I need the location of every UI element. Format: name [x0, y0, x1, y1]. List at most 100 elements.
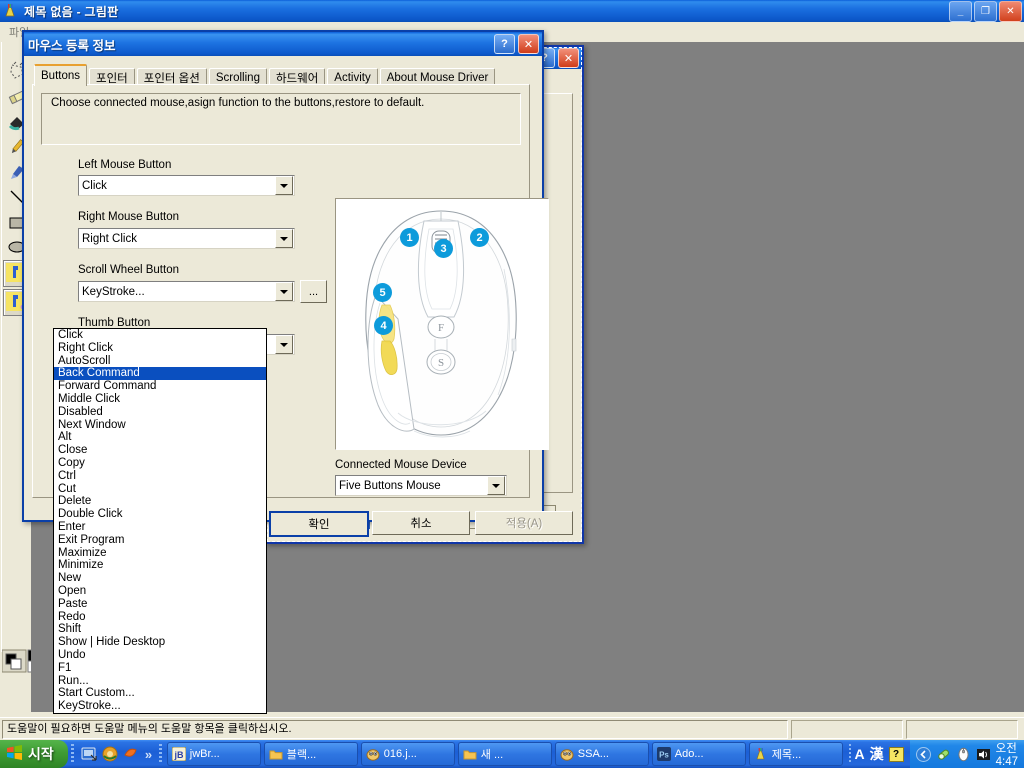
quick-launch-bar: » — [77, 740, 156, 768]
media-player-icon[interactable] — [102, 746, 118, 762]
right-mouse-button-value: Right Click — [82, 232, 137, 245]
dropdown-option[interactable]: Open — [54, 585, 266, 598]
quick-launch-overflow-icon[interactable]: » — [145, 747, 152, 762]
dropdown-option[interactable]: Undo — [54, 649, 266, 662]
clock[interactable]: 오전 4:47 — [996, 740, 1018, 768]
callout-3: 3 — [434, 239, 453, 258]
cancel-button[interactable]: 취소 — [372, 511, 470, 535]
dropdown-option[interactable]: Right Click — [54, 342, 266, 355]
scroll-wheel-button-combo[interactable]: KeyStroke... — [78, 281, 295, 302]
dropdown-option[interactable]: Shift — [54, 623, 266, 636]
left-mouse-button-value: Click — [82, 179, 107, 192]
left-mouse-button-label: Left Mouse Button — [78, 159, 172, 171]
chevron-down-icon[interactable] — [275, 229, 293, 248]
start-button[interactable]: 시작 — [0, 740, 69, 768]
right-mouse-button-combo[interactable]: Right Click — [78, 228, 295, 249]
task-button[interactable]: SSA... — [554, 742, 649, 766]
tray-grip[interactable] — [848, 744, 852, 764]
keystroke-ellipsis-button[interactable]: ... — [300, 280, 327, 303]
dropdown-option[interactable]: Disabled — [54, 406, 266, 419]
chevron-down-icon[interactable] — [275, 176, 293, 195]
mouse-diagram: F S 1 2 3 4 5 — [335, 198, 549, 450]
svg-text:jB: jB — [173, 750, 184, 760]
task-button[interactable]: Ps Ado... — [651, 742, 746, 766]
language-help-icon[interactable]: ? — [888, 746, 904, 762]
thumb-button-dropdown-list[interactable]: Click Right Click AutoScroll Back Comman… — [53, 328, 267, 714]
dropdown-option[interactable]: Show | Hide Desktop — [54, 636, 266, 649]
language-bar[interactable]: A 漢 ? — [854, 744, 909, 764]
connected-mouse-device-value: Five Buttons Mouse — [339, 479, 441, 492]
show-desktop-icon[interactable] — [81, 746, 97, 762]
ok-button[interactable]: 확인 — [269, 511, 369, 537]
taskbar-grip-2[interactable] — [159, 744, 162, 764]
dropdown-option[interactable]: Redo — [54, 611, 266, 624]
windows-logo-icon — [6, 744, 23, 764]
hanja-indicator[interactable]: 漢 — [870, 744, 884, 764]
dropdown-option[interactable]: Cut — [54, 483, 266, 496]
volume-icon[interactable] — [976, 747, 991, 762]
image-viewer-icon — [366, 747, 380, 761]
dropdown-option[interactable]: New — [54, 572, 266, 585]
system-tray: 오전 4:47 — [909, 740, 1024, 768]
dropdown-option[interactable]: Exit Program — [54, 534, 266, 547]
dropdown-option[interactable]: Paste — [54, 598, 266, 611]
chevron-down-icon[interactable] — [487, 476, 505, 495]
dropdown-option-selected[interactable]: Back Command — [54, 367, 266, 381]
dropdown-option[interactable]: Run... — [54, 675, 266, 688]
paint-app-icon — [3, 3, 19, 19]
close-button[interactable]: ✕ — [999, 1, 1022, 22]
left-mouse-button-combo[interactable]: Click — [78, 175, 295, 196]
task-button[interactable]: 새 ... — [457, 742, 552, 766]
task-button[interactable]: jB jwBr... — [166, 742, 261, 766]
task-button[interactable]: 016.j... — [360, 742, 455, 766]
minimize-button[interactable]: _ — [949, 1, 972, 22]
dropdown-option[interactable]: AutoScroll — [54, 355, 266, 368]
dropdown-option[interactable]: Copy — [54, 457, 266, 470]
dropdown-option[interactable]: Double Click — [54, 508, 266, 521]
dropdown-option[interactable]: Close — [54, 444, 266, 457]
mouse-driver-icon[interactable] — [956, 747, 971, 762]
dropdown-option[interactable]: Start Custom... — [54, 687, 266, 700]
folder-icon — [463, 747, 477, 761]
task-label: 016.j... — [383, 748, 417, 760]
dropdown-option[interactable]: Ctrl — [54, 470, 266, 483]
mouse-illustration: F S — [336, 199, 546, 447]
chevron-down-icon[interactable] — [275, 282, 293, 301]
description-text: Choose connected mouse,asign function to… — [51, 97, 425, 109]
dropdown-option[interactable]: Forward Command — [54, 380, 266, 393]
chevron-down-icon[interactable] — [275, 335, 293, 354]
pill-icon[interactable] — [936, 747, 951, 762]
image-viewer-icon — [560, 747, 574, 761]
dropdown-option[interactable]: Enter — [54, 521, 266, 534]
dropdown-option[interactable]: Middle Click — [54, 393, 266, 406]
dropdown-option[interactable]: Minimize — [54, 559, 266, 572]
close-icon[interactable]: ✕ — [558, 48, 579, 68]
paint-window-controls: _ ❐ ✕ — [949, 1, 1022, 22]
task-button[interactable]: 제목... — [748, 742, 843, 766]
folder-icon — [269, 747, 283, 761]
status-pane-1 — [791, 719, 903, 739]
apply-button[interactable]: 적용(A) — [475, 511, 573, 535]
photoshop-icon: Ps — [656, 747, 671, 761]
callout-5: 5 — [373, 283, 392, 302]
maximize-button[interactable]: ❐ — [974, 1, 997, 22]
chevron-left-icon[interactable] — [915, 746, 931, 762]
dropdown-option[interactable]: Maximize — [54, 547, 266, 560]
callout-4: 4 — [374, 316, 393, 335]
dropdown-option[interactable]: Delete — [54, 495, 266, 508]
input-mode-indicator[interactable]: A — [854, 746, 864, 762]
dropdown-option[interactable]: Alt — [54, 431, 266, 444]
connected-mouse-device-label: Connected Mouse Device — [335, 459, 467, 471]
taskbar-grip[interactable] — [71, 744, 74, 764]
help-icon[interactable]: ? — [494, 34, 515, 54]
task-button[interactable]: 블랙... — [263, 742, 358, 766]
dialog-titlebar: 마우스 등록 정보 ? ✕ — [24, 32, 542, 56]
dropdown-option[interactable]: Next Window — [54, 419, 266, 432]
dropdown-option[interactable]: Click — [54, 329, 266, 342]
dropdown-option[interactable]: F1 — [54, 662, 266, 675]
dropdown-option[interactable]: KeyStroke... — [54, 700, 266, 713]
close-icon[interactable]: ✕ — [518, 34, 539, 54]
tab-buttons[interactable]: Buttons — [34, 64, 87, 86]
connected-mouse-device-combo[interactable]: Five Buttons Mouse — [335, 475, 507, 496]
browser-icon[interactable] — [123, 746, 139, 762]
